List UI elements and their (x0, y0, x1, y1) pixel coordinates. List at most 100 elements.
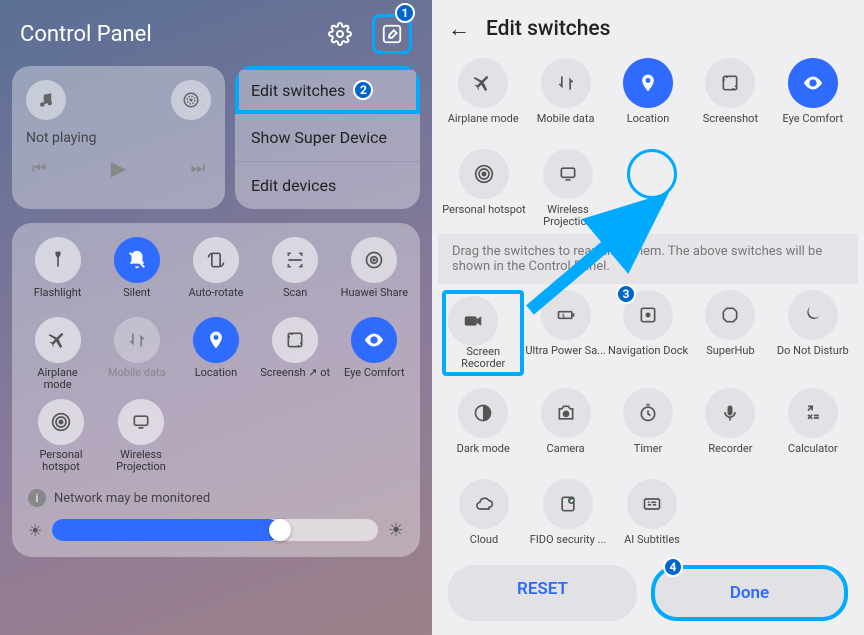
cloud-icon (459, 479, 509, 529)
switch-data[interactable]: Mobile data (102, 317, 172, 391)
switch-moon[interactable]: Do Not Disturb (772, 290, 854, 376)
switch-label: Flashlight (34, 287, 82, 309)
switch-share[interactable]: Huawei Share (339, 237, 409, 309)
location-icon (623, 58, 673, 108)
screenshot-icon (272, 317, 318, 363)
eye-icon (788, 58, 838, 108)
switch-mic[interactable]: Recorder (689, 388, 771, 467)
media-status: Not playing (26, 130, 211, 146)
share-icon (351, 237, 397, 283)
switch-label: Timer (634, 443, 662, 467)
network-warning[interactable]: i Network may be monitored (18, 481, 414, 515)
switch-label: Wireless Projection (526, 204, 610, 228)
switch-airplane[interactable]: Airplane mode (442, 58, 524, 137)
calc-icon (788, 388, 838, 438)
reset-button[interactable]: RESET (448, 565, 637, 621)
switch-label: Do Not Disturb (777, 345, 849, 369)
switch-label: Mobile data (108, 367, 166, 389)
camera-icon (541, 388, 591, 438)
switch-navdock[interactable]: Navigation Dock (607, 290, 689, 376)
cast-icon (118, 399, 164, 445)
audio-output-icon[interactable] (171, 80, 211, 120)
brightness-slider[interactable] (52, 519, 378, 541)
done-button[interactable]: 4 Done (651, 565, 848, 621)
music-icon (26, 80, 66, 120)
switch-rotate[interactable]: Auto-rotate (181, 237, 251, 309)
switch-timer[interactable]: Timer (607, 388, 689, 467)
callout-4: 4 (663, 557, 683, 577)
switch-camera[interactable]: Camera (524, 388, 606, 467)
menu-show-super-device[interactable]: Show Super Device (235, 114, 420, 162)
moon-icon (788, 290, 838, 340)
empty-slot-icon (627, 149, 677, 199)
location-icon (193, 317, 239, 363)
switch-hotspot[interactable]: Personal hotspot (442, 149, 526, 228)
switch-subtitles[interactable]: AI Subtitles (610, 479, 694, 551)
menu-edit-switches[interactable]: Edit switches 2 (235, 66, 420, 114)
callout-3: 3 (616, 284, 636, 304)
edit-icon[interactable] (378, 20, 406, 48)
switch-video[interactable]: Screen Recorder (442, 290, 524, 376)
switch-label: Recorder (708, 443, 752, 467)
switch-label: Dark mode (457, 443, 510, 467)
switch-label: Screensh ↗ ot (260, 367, 330, 389)
switch-battery[interactable]: Ultra Power Sa... (524, 290, 606, 376)
brightness-row: ☀ ☀ (18, 515, 414, 543)
switch-calc[interactable]: Calculator (772, 388, 854, 467)
switch-cast[interactable]: Wireless Projection (526, 149, 610, 228)
switch-label: FIDO security ... (530, 534, 607, 551)
callout-1: 1 (395, 3, 415, 23)
mic-icon (705, 388, 755, 438)
switch-airplane[interactable]: Airplane mode (23, 317, 93, 391)
switch-label: Camera (547, 443, 585, 467)
bell-off-icon (114, 237, 160, 283)
control-panel-pane: Control Panel 1 Not playin (0, 0, 432, 635)
brightness-low-icon: ☀ (28, 521, 42, 540)
play-icon[interactable]: ▶ (111, 156, 126, 180)
edit-button-highlight: 1 (372, 14, 412, 54)
switch-eye[interactable]: Eye Comfort (772, 58, 854, 137)
video-icon (448, 296, 498, 346)
settings-icon[interactable] (326, 20, 354, 48)
switch-label: Calculator (788, 443, 838, 467)
switch-screenshot[interactable]: Screenshot (689, 58, 771, 137)
data-icon (541, 58, 591, 108)
switch-label: SuperHub (706, 345, 754, 369)
switch-bell-off[interactable]: Silent (102, 237, 172, 309)
airplane-icon (458, 58, 508, 108)
switch-data[interactable]: Mobile data (524, 58, 606, 137)
drop-target-slot[interactable] (610, 149, 694, 228)
switch-cloud[interactable]: Cloud (442, 479, 526, 551)
hotspot-icon (38, 399, 84, 445)
done-label: Done (730, 583, 769, 603)
switches-card: Flashlight Silent Auto-rotate Scan Huawe… (12, 223, 420, 557)
switch-cast[interactable]: Wireless Projection (106, 399, 176, 473)
footer-buttons: RESET 4 Done (432, 551, 864, 635)
airplane-icon (35, 317, 81, 363)
network-warning-text: Network may be monitored (54, 491, 210, 506)
menu-label: Edit switches (251, 81, 345, 100)
hotspot-icon (459, 149, 509, 199)
switch-scan[interactable]: Scan (260, 237, 330, 309)
switch-label: Mobile data (537, 113, 595, 137)
switch-dark[interactable]: Dark mode (442, 388, 524, 467)
switch-superhub[interactable]: SuperHub (689, 290, 771, 376)
back-icon[interactable]: ← (448, 16, 470, 42)
switch-screenshot[interactable]: Screensh ↗ ot (260, 317, 330, 391)
switch-label: Location (627, 113, 670, 137)
switch-label: Personal hotspot (26, 449, 96, 473)
menu-edit-devices[interactable]: Edit devices (235, 162, 420, 209)
switch-flashlight[interactable]: Flashlight (23, 237, 93, 309)
switch-fido[interactable]: FIDO security ... (526, 479, 610, 551)
switch-eye[interactable]: Eye Comfort (339, 317, 409, 391)
superhub-icon (705, 290, 755, 340)
context-menu: Edit switches 2 Show Super Device Edit d… (235, 66, 420, 209)
switch-location[interactable]: Location (607, 58, 689, 137)
switch-label: Auto-rotate (189, 287, 244, 309)
switch-location[interactable]: Location (181, 317, 251, 391)
dark-icon (458, 388, 508, 438)
switch-hotspot[interactable]: Personal hotspot (26, 399, 96, 473)
prev-track-icon[interactable]: ⏮ (32, 158, 46, 178)
timer-icon (623, 388, 673, 438)
next-track-icon[interactable]: ⏭ (191, 158, 205, 178)
